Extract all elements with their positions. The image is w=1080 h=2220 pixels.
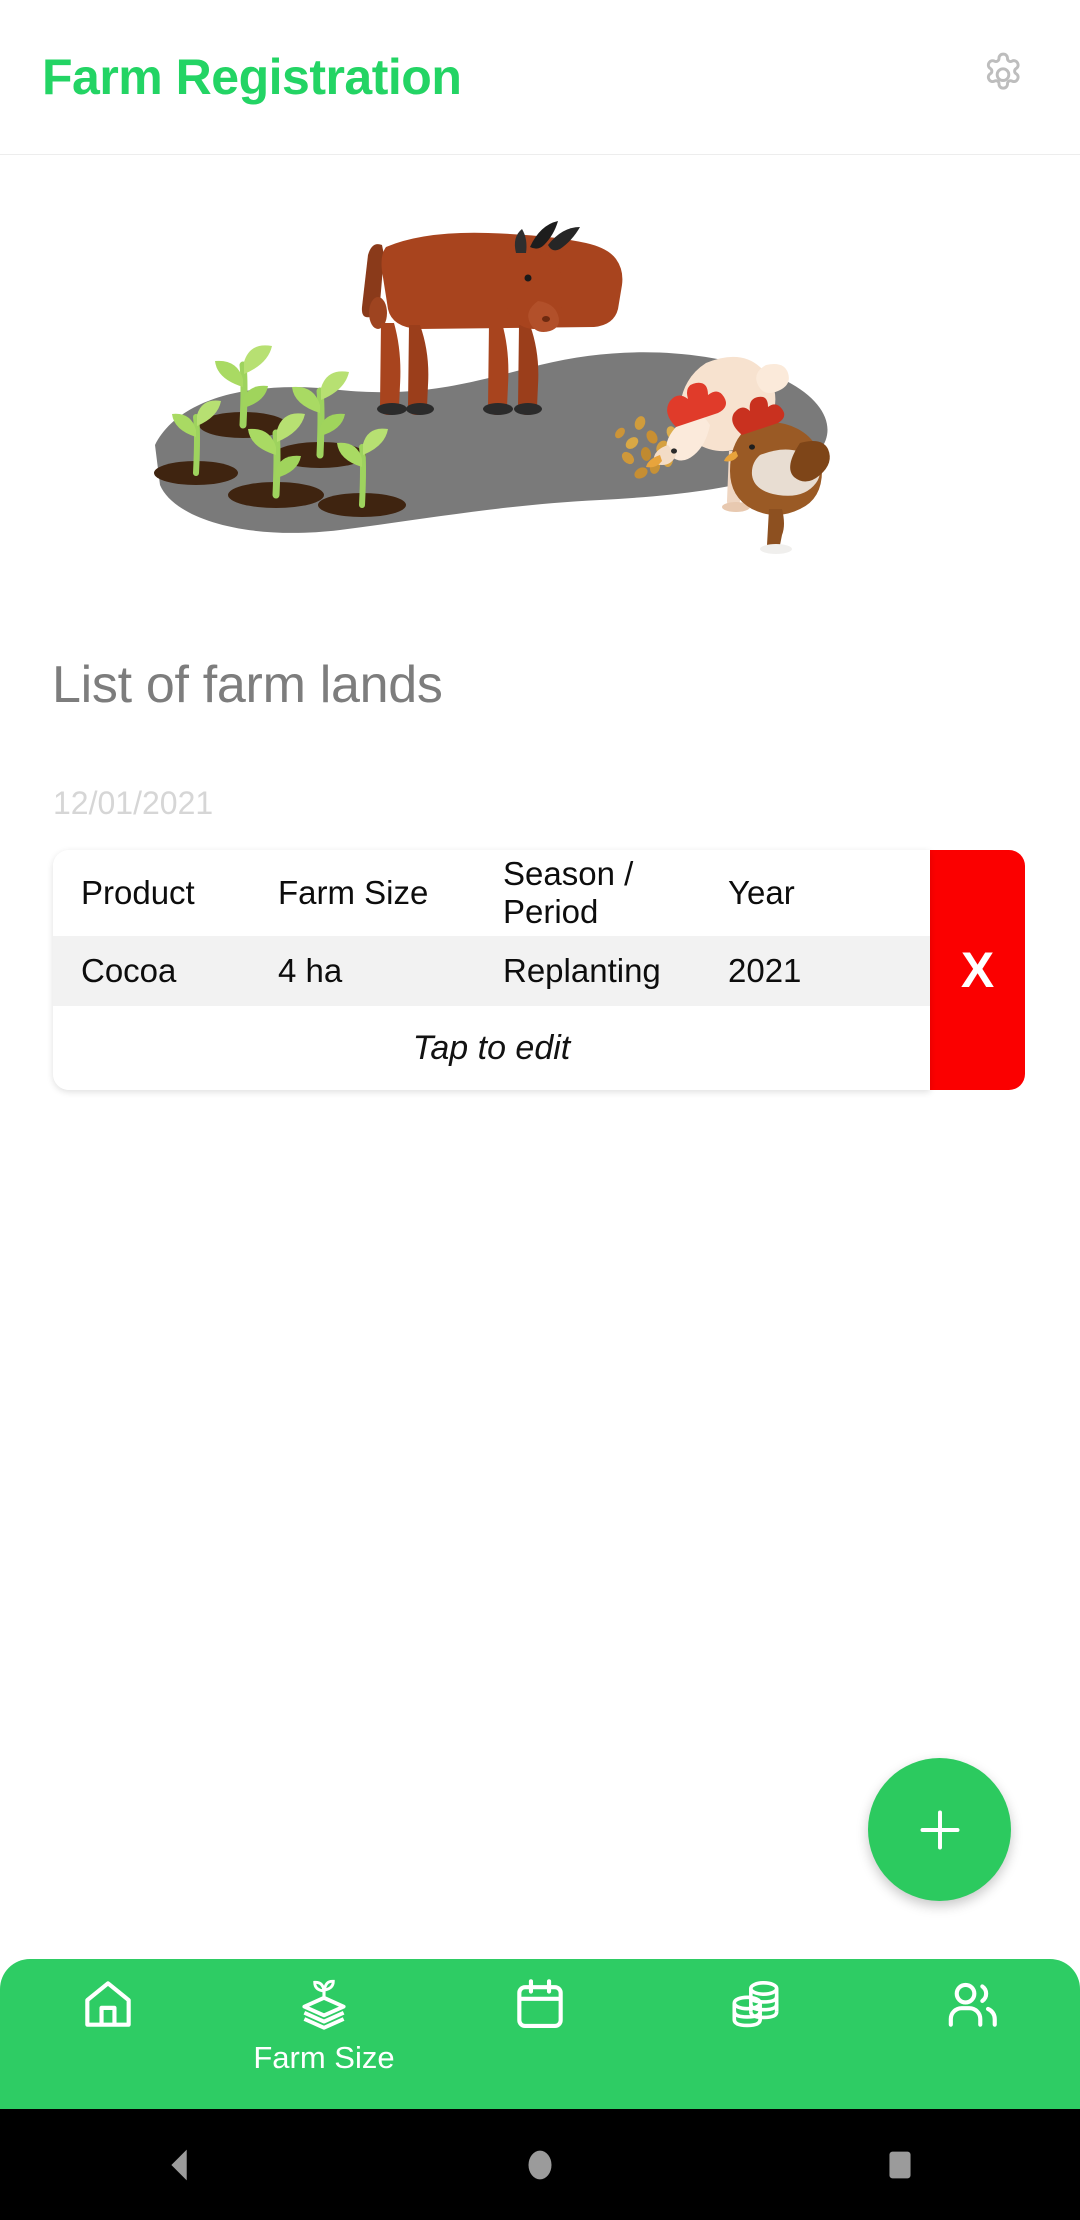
app-bar: Farm Registration (0, 0, 1080, 155)
gear-icon (986, 52, 1020, 90)
system-recents-button[interactable] (840, 2109, 960, 2220)
cell-season: Replanting (503, 952, 661, 989)
home-circle-icon (528, 2150, 552, 2179)
nav-label-farm-size: Farm Size (253, 2040, 395, 2075)
farm-land-card[interactable]: Product Farm Size Season / Period Year C… (53, 850, 930, 1090)
section-title: List of farm lands (52, 656, 443, 714)
column-header-season: Season / Period (503, 855, 634, 930)
calendar-icon (517, 1979, 563, 2029)
farm-land-list: X Product Farm Size Season / Period Year… (53, 850, 1025, 1090)
cell-farm-size: 4 ha (278, 952, 343, 989)
home-icon (85, 1981, 131, 2027)
recents-square-icon (889, 2151, 911, 2178)
nav-item-users[interactable] (870, 1973, 1074, 2040)
bottom-navigation: Farm Size (0, 1959, 1080, 2109)
back-triangle-icon (171, 2149, 187, 2180)
nav-item-home[interactable] (6, 1973, 210, 2040)
tap-to-edit-row[interactable]: Tap to edit (53, 1006, 930, 1090)
column-header-year: Year (728, 874, 795, 911)
nav-item-farm-size[interactable]: Farm Size (222, 1973, 426, 2076)
system-back-button[interactable] (120, 2109, 240, 2220)
delete-row-button[interactable]: X (930, 850, 1025, 1090)
table-row[interactable]: Cocoa 4 ha Replanting 2021 (53, 936, 930, 1006)
farm-illustration (0, 155, 1080, 625)
app-screen: Farm Registration List of farm lands 12/… (0, 0, 1080, 2220)
page-title: Farm Registration (42, 49, 462, 105)
column-header-product: Product (81, 874, 195, 911)
column-header-farm-size: Farm Size (278, 874, 429, 911)
cell-product: Cocoa (81, 952, 177, 989)
farm-scene-svg (154, 221, 830, 554)
coins-icon (732, 1981, 779, 2028)
settings-button[interactable] (966, 40, 1040, 114)
users-icon (948, 1982, 997, 2027)
plus-icon (920, 1810, 959, 1849)
section-date: 12/01/2021 (53, 785, 214, 821)
close-icon: X (960, 942, 995, 998)
farm-layers-sprout-icon (302, 1979, 346, 2030)
tap-to-edit-label: Tap to edit (412, 1028, 571, 1067)
nav-item-finance[interactable] (654, 1973, 858, 2040)
nav-item-calendar[interactable] (438, 1973, 642, 2040)
system-home-button[interactable] (480, 2109, 600, 2220)
cell-year: 2021 (728, 952, 802, 989)
table-header-row: Product Farm Size Season / Period Year (53, 850, 930, 936)
android-system-navigation (0, 2109, 1080, 2220)
add-farm-land-button[interactable] (868, 1758, 1011, 1901)
